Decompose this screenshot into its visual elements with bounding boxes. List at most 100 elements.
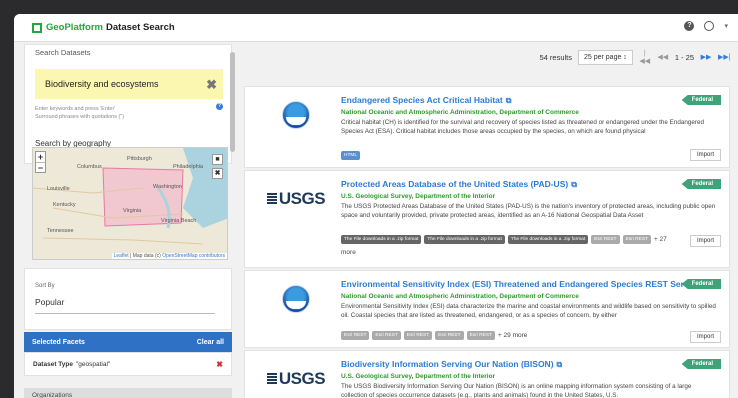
- clear-search-icon[interactable]: ✖: [206, 77, 217, 93]
- map-label-virginia-beach: Virginia Beach: [161, 218, 197, 224]
- result-thumbnail: USGS: [266, 179, 326, 219]
- map-label-tennessee: Tennessee: [47, 228, 74, 234]
- result-description: The USGS Biodiversity Information Servin…: [341, 383, 692, 398]
- external-link-icon[interactable]: ⧉: [571, 180, 577, 189]
- page-range: 1 - 25: [674, 52, 694, 62]
- map-label-kentucky: Kentucky: [53, 202, 76, 208]
- next-page-icon[interactable]: ▶▶: [700, 53, 712, 61]
- per-page-select[interactable]: 25 per page ↕: [578, 49, 633, 65]
- result-thumbnail: [267, 279, 325, 319]
- result-title-text: Environmental Sensitivity Index (ESI) Th…: [341, 279, 706, 289]
- result-title[interactable]: Endangered Species Act Critical Habitat ⧉: [341, 95, 511, 106]
- map-label-columbus: Columbus: [77, 164, 102, 170]
- sort-underline: [35, 313, 215, 314]
- facet-value: "geospatial": [75, 360, 111, 368]
- app-window: GeoPlatform Dataset Search ? ▾ Search Da…: [14, 14, 738, 398]
- result-publisher: U.S. Geological Survey, Department of th…: [341, 373, 496, 380]
- facet-row: Dataset Type "geospatial" ✖: [24, 352, 232, 376]
- map-zoom-controls: + −: [35, 151, 46, 173]
- result-card: Endangered Species Act Critical Habitat ⧉…: [244, 86, 730, 168]
- sidebar-scrollbar[interactable]: [230, 52, 235, 152]
- chevron-down-icon[interactable]: ▾: [724, 22, 728, 30]
- format-tag[interactable]: Esri REST: [372, 331, 401, 340]
- result-description: The USGS Protected Areas Database of the…: [341, 203, 716, 219]
- result-title[interactable]: Biodiversity Information Serving Our Nat…: [341, 359, 562, 370]
- info-icon[interactable]: ?: [216, 103, 223, 110]
- sort-label: Sort By: [35, 283, 55, 289]
- format-tag[interactable]: The File downloads in a .zip format: [341, 235, 422, 244]
- more-link[interactable]: more: [341, 249, 356, 256]
- search-label: Search Datasets: [35, 48, 91, 57]
- result-title-text: Protected Areas Database of the United S…: [341, 179, 569, 189]
- result-tags: HTML: [341, 151, 361, 160]
- import-button[interactable]: Import: [689, 235, 721, 247]
- format-tag[interactable]: Esri REST: [622, 235, 651, 244]
- map-label-virginia: Virginia: [123, 208, 142, 214]
- search-input[interactable]: Biodiversity and ecosystems ✖: [35, 69, 223, 99]
- map-label-washington: Washington: [153, 184, 182, 190]
- zoom-out-button[interactable]: −: [36, 162, 45, 173]
- usgs-logo-icon: USGS: [266, 369, 326, 389]
- federal-badge: Federal: [681, 359, 721, 369]
- map-label-philadelphia: Philadelphia: [173, 164, 203, 170]
- organizations-header[interactable]: Organizations: [24, 388, 232, 398]
- format-tag[interactable]: Esri REST: [591, 235, 620, 244]
- result-card: USGS Biodiversity Information Serving Ou…: [244, 350, 730, 398]
- search-panel: Search Datasets Biodiversity and ecosyst…: [24, 44, 232, 164]
- leaflet-link[interactable]: Leaflet: [114, 253, 129, 259]
- import-button[interactable]: Import: [689, 149, 721, 161]
- result-publisher: National Oceanic and Atmospheric Adminis…: [341, 109, 579, 116]
- more-tags-count[interactable]: + 27: [654, 236, 667, 243]
- format-tag[interactable]: The File downloads in a .zip format: [424, 235, 505, 244]
- clear-all-facets-button[interactable]: Clear all: [197, 339, 224, 346]
- map-label-pittsburgh: Pittsburgh: [127, 156, 152, 162]
- search-hint-line-2: Surround phrases with quotations ("): [35, 114, 125, 120]
- first-page-icon[interactable]: |◀◀: [639, 50, 651, 65]
- sidebar: Search Datasets Biodiversity and ecosyst…: [22, 42, 234, 398]
- external-link-icon[interactable]: ⧉: [557, 360, 563, 369]
- search-hint: Enter keywords and press 'Enter' Surroun…: [35, 105, 124, 121]
- format-tag[interactable]: Esri REST: [466, 331, 495, 340]
- format-tag[interactable]: HTML: [341, 151, 361, 160]
- format-tag[interactable]: Esri REST: [435, 331, 464, 340]
- app-title: Dataset Search: [106, 22, 175, 33]
- result-description: Environmental Sensitivity Index (ESI) da…: [341, 303, 716, 319]
- user-icon[interactable]: [704, 21, 715, 31]
- help-icon[interactable]: ?: [684, 21, 695, 31]
- previous-page-icon[interactable]: ◀◀: [657, 53, 669, 61]
- remove-facet-icon[interactable]: ✖: [216, 360, 223, 369]
- result-thumbnail: USGS: [266, 359, 326, 398]
- draw-rectangle-icon[interactable]: ■: [212, 154, 223, 165]
- federal-badge: Federal: [681, 95, 721, 105]
- app-logo[interactable]: GeoPlatform Dataset Search: [32, 22, 175, 33]
- geography-map[interactable]: Columbus Pittsburgh Philadelphia Washing…: [32, 147, 228, 260]
- map-attribution: Leaflet | Map data (c) OpenStreetMap con…: [111, 253, 227, 259]
- selected-facets-header: Selected Facets Clear all: [24, 332, 232, 352]
- result-description: Critical habitat (CH) is identified for …: [341, 119, 704, 135]
- result-tags: Esri REST Esri REST Esri REST Esri REST …: [341, 331, 527, 340]
- import-button[interactable]: Import: [689, 331, 721, 343]
- usgs-logo-icon: USGS: [266, 189, 326, 209]
- osm-link[interactable]: OpenStreetMap contributors: [162, 253, 225, 259]
- format-tag[interactable]: The File downloads in a .zip format: [507, 235, 589, 244]
- zoom-in-button[interactable]: +: [36, 152, 45, 162]
- format-tag[interactable]: Esri REST: [403, 331, 433, 340]
- results-panel: 54 results 25 per page ↕ |◀◀ ◀◀ 1 - 25 ▶…: [240, 42, 738, 398]
- external-link-icon[interactable]: ⧉: [506, 96, 512, 105]
- result-title[interactable]: Environmental Sensitivity Index (ESI) Th…: [341, 279, 714, 290]
- map-label-louisville: Louisville: [47, 186, 70, 192]
- brand-name: GeoPlatform: [46, 22, 104, 33]
- result-publisher: U.S. Geological Survey, Department of th…: [341, 193, 496, 200]
- result-title-text: Biodiversity Information Serving Our Nat…: [341, 359, 554, 369]
- last-page-icon[interactable]: ▶▶|: [718, 53, 731, 61]
- result-title[interactable]: Protected Areas Database of the United S…: [341, 179, 577, 190]
- sort-select[interactable]: Popular: [35, 297, 64, 307]
- federal-badge: Federal: [681, 179, 721, 189]
- more-tags-count[interactable]: + 29 more: [498, 332, 527, 339]
- result-thumbnail: [267, 95, 325, 135]
- noaa-logo-icon: [282, 285, 310, 313]
- results-count: 54 results: [539, 52, 572, 62]
- clear-bbox-icon[interactable]: ✖: [212, 168, 223, 179]
- result-publisher: National Oceanic and Atmospheric Adminis…: [341, 293, 579, 300]
- format-tag[interactable]: Esri REST: [341, 331, 370, 340]
